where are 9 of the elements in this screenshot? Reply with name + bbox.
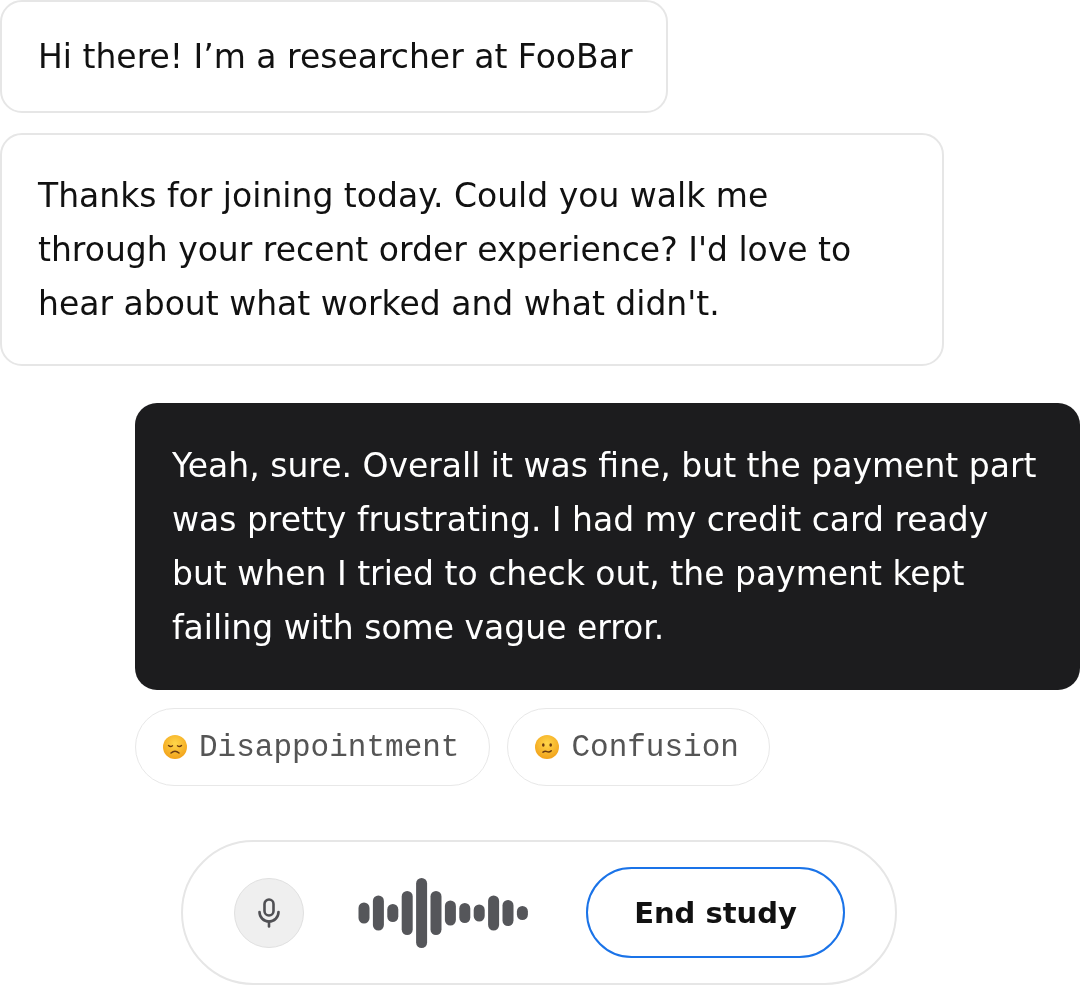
tag-label: Confusion bbox=[571, 729, 739, 765]
microphone-icon bbox=[257, 897, 281, 928]
confused-face-icon bbox=[535, 735, 560, 759]
interviewer-message: Thanks for joining today. Could you walk me through your recent order experience? I'd love to hear about what worked and what didn't. bbox=[0, 133, 944, 366]
sad-face-icon bbox=[163, 735, 187, 759]
reply-message: Yeah, sure. Overall it was fine, but the payment part was pretty frustrating. I had my credit card ready but when I tried to check out, the payment kept failing with some vague error. bbox=[135, 403, 1080, 690]
end-study-button[interactable]: End study bbox=[586, 867, 845, 958]
tag-label: Disappointment bbox=[199, 729, 460, 765]
interviewer-message: Hi there! I’m a researcher at FooBar bbox=[0, 0, 669, 113]
